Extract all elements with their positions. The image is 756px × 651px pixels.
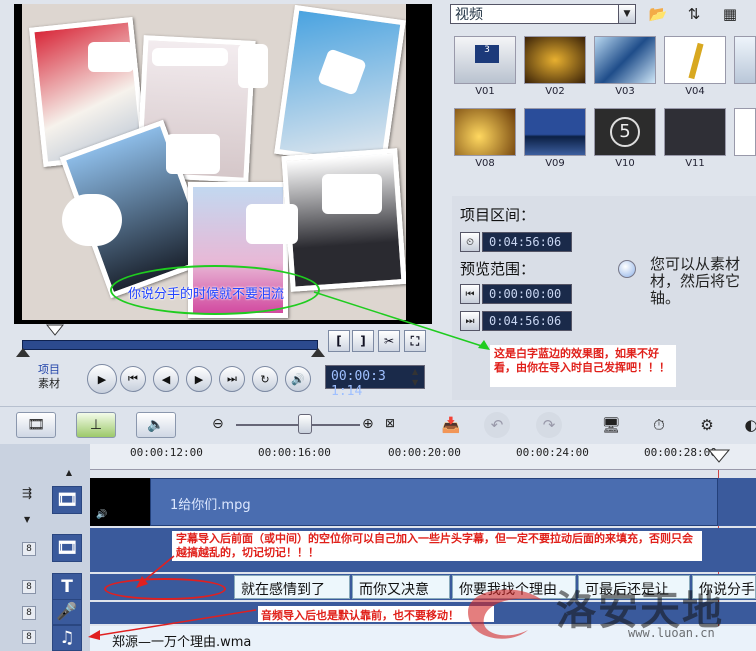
storyboard-view-button[interactable]: 🎞 [16,412,56,438]
ruler-tick: 00:00:28:00 [644,446,717,459]
ruler-tick: 00:00:16:00 [258,446,331,459]
library-thumb-v02[interactable] [524,36,586,84]
lock-icon[interactable]: 8 [22,630,36,644]
library-thumb-v04[interactable] [664,36,726,84]
next-frame-button[interactable]: ▶ [186,366,212,392]
library-category-select[interactable]: 视频 [450,4,636,24]
timecode-spinner[interactable]: ▲ ▼ [412,366,424,388]
step-forward-icon: ▶ [194,372,204,386]
library-category-value: 视频 [455,7,483,23]
video-clip-name: 1给你们.mpg [170,498,251,513]
thumb-label: V03 [615,86,635,97]
zoom-out-icon[interactable]: ⊖ [212,416,224,432]
view-options-icon[interactable]: ▦ [718,3,742,25]
insert-media-icon[interactable]: 📥 [438,412,464,438]
lock-icon[interactable]: 8 [22,606,36,620]
lock-icon[interactable]: 8 [22,580,36,594]
previous-frame-button[interactable]: ◀ [153,366,179,392]
timeline-icon: ⊥ [89,417,103,433]
overlay-track-icon: 🎞 [52,534,82,562]
preview-range-label: 预览范围： [460,260,536,278]
title-clip[interactable]: 而你又决意 [352,575,450,599]
project-range-label: 项目区间： [460,206,536,224]
repeat-icon: ↻ [260,372,270,386]
subtitle-text: 你说分手的时候就不要泪流 [128,287,285,302]
thumb-label: V11 [685,158,705,169]
ruler-tick: 00:00:20:00 [388,446,461,459]
video-editor-window: 你说分手的时候就不要泪流 [ ] ✂ ⛶ 项目 素材 ▶ ⏮ ◀ ▶ ⏭ ↻ 🔊… [0,0,756,651]
speaker-icon: 🔈 [147,417,165,433]
watermark-logo: 洛安天地 www.luoan.cn [452,572,756,651]
play-button[interactable]: ▶ [87,364,117,394]
track-manager-icon[interactable]: ⇶ [22,486,32,500]
ruler-tick: 00:00:12:00 [130,446,203,459]
redo-icon[interactable]: ↷ [536,412,562,438]
timeline-view-button[interactable]: ⊥ [76,412,116,438]
folder-icon[interactable]: 📂 [646,3,670,25]
library-thumb-v11[interactable] [664,108,726,156]
chevron-down-icon[interactable]: ▼ [618,4,636,24]
library-thumb-v03[interactable] [594,36,656,84]
library-thumb-partial[interactable] [734,108,756,156]
watermark-emblem-icon [468,589,542,639]
voice-track-icon: 🎤 [52,599,82,625]
zoom-slider-thumb[interactable] [298,414,312,434]
annotation-note: 这是白字蓝边的效果图，如果不好看，由你在导入时自己发挥吧！！！ [490,345,676,387]
library-thumb-v09[interactable] [524,108,586,156]
annotation-arrow [313,291,490,350]
fit-project-icon[interactable]: ⊠ [385,416,395,430]
volume-button[interactable]: 🔊 [285,366,311,392]
thumb-overlay: 5 [610,117,640,147]
video-track-icon: 🎞 [52,486,82,514]
sort-icon[interactable]: ⇅ [682,3,706,25]
lock-icon[interactable]: 8 [22,542,36,556]
repeat-button[interactable]: ↻ [252,366,278,392]
clock-icon: ⏲ [460,232,480,252]
thumb-overlay: 3 [475,45,499,63]
thumb-label: V10 [615,158,635,169]
undo-icon[interactable]: ↶ [484,412,510,438]
zoom-in-icon[interactable]: ⊕ [362,416,374,432]
project-duration: 0:04:56:06 [482,232,572,252]
collapse-icon[interactable]: ▼ [24,515,38,525]
home-button[interactable]: ⏮ [120,366,146,392]
smart-proxy-icon[interactable]: ⚙ [694,412,720,438]
end-button[interactable]: ⏭ [219,366,245,392]
thumb-label: V08 [475,158,495,169]
scrubber-handle[interactable] [46,324,64,336]
mode-clip[interactable]: 素材 [38,377,60,391]
play-icon: ▶ [97,372,107,386]
ruler-tick: 00:00:24:00 [516,446,589,459]
playhead-marker[interactable] [708,448,730,464]
speaker-icon: 🔊 [291,372,305,386]
play-mode-labels[interactable]: 项目 素材 [38,363,60,391]
thumb-label: V01 [475,86,495,97]
scrub-bar[interactable] [22,340,318,350]
hint-text: 您可以从素材材，然后将它轴。 [650,255,741,307]
step-back-icon: ◀ [161,372,171,386]
scene-detect-icon[interactable]: ⏱ [646,412,672,438]
scroll-up-icon[interactable]: ▲ [62,468,76,478]
thumb-label: V04 [685,86,705,97]
annotation-arrows [88,555,257,640]
library-thumb-partial[interactable] [734,36,756,84]
watermark-url: www.luoan.cn [628,626,715,640]
library-thumb-v01[interactable]: 3 [454,36,516,84]
music-track-icon: ♫ [52,625,82,651]
thumb-label: V02 [545,86,565,97]
mode-project[interactable]: 项目 [38,363,60,377]
skip-end-icon: ⏭ [227,372,237,385]
batch-convert-icon[interactable]: 🖥 [598,412,624,438]
title-track-icon: T [52,573,82,601]
thumb-label: V09 [545,158,565,169]
audio-view-button[interactable]: 🔈 [136,412,176,438]
trim-start-marker[interactable] [16,348,30,357]
library-thumb-v08[interactable] [454,108,516,156]
skip-start-icon: ⏮ [128,372,138,385]
clip-audio-icon: 🔊 [96,510,108,520]
lightbulb-icon [618,260,636,278]
film-strip-icon: 🎞 [27,417,45,433]
timecode-display[interactable]: 00:00:3 1:14 [325,365,425,399]
library-thumb-v10[interactable]: 5 [594,108,656,156]
